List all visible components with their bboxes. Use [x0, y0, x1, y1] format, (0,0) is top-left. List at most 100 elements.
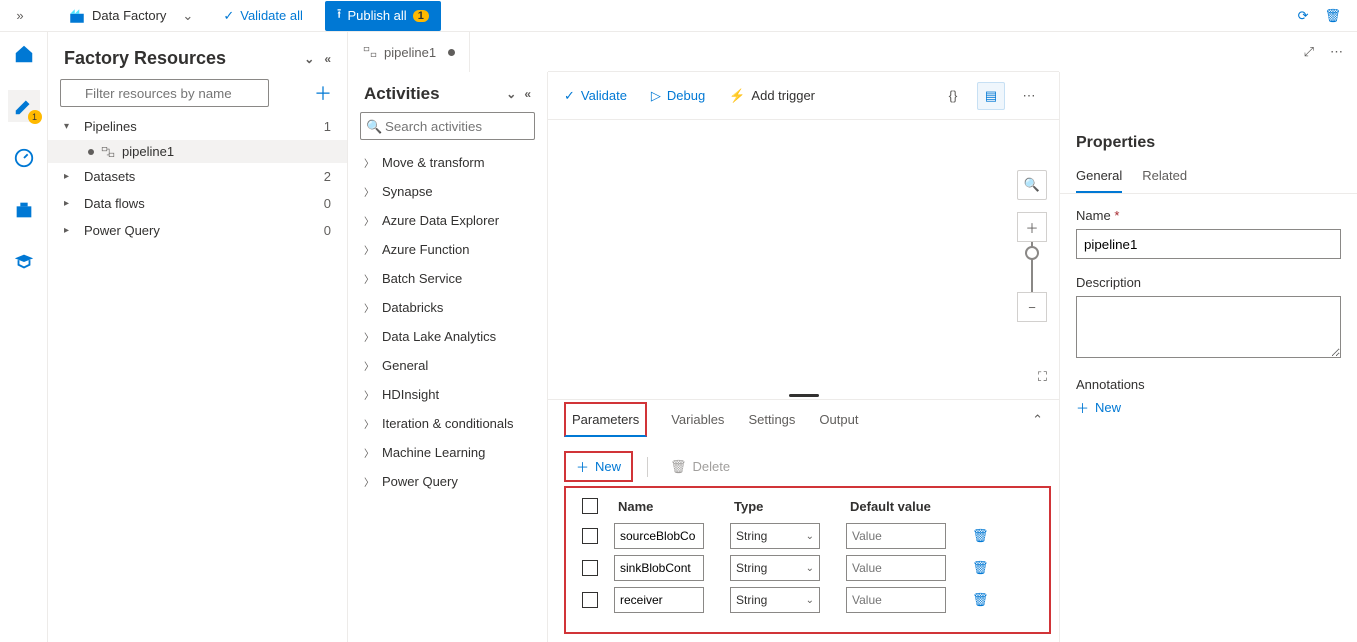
canvas-toolbar: ✓Validate ▷Debug ⚡Add trigger {} ▤ ⋯: [548, 72, 1059, 120]
activity-category[interactable]: 〉Data Lake Analytics: [348, 322, 547, 351]
activity-category[interactable]: 〉Iteration & conditionals: [348, 409, 547, 438]
chevron-down-icon[interactable]: ⌄: [506, 87, 516, 101]
activities-title: Activities⌄«: [348, 72, 547, 112]
tab-settings[interactable]: Settings: [748, 404, 795, 435]
rail-author[interactable]: 1: [8, 90, 40, 122]
caret-down-icon: ▾: [64, 121, 78, 132]
activity-category-label: Synapse: [382, 184, 433, 199]
row-checkbox[interactable]: [582, 560, 598, 576]
param-row: String⌄ 🗑: [582, 552, 1033, 584]
collapse-icon[interactable]: «: [524, 87, 531, 101]
tree-item-label: pipeline1: [122, 144, 174, 159]
resources-panel: Factory Resources⌄« ⧩ ＋ ▾Pipelines1 pipe…: [48, 32, 348, 642]
name-field[interactable]: [1076, 229, 1341, 259]
zoom-out-button[interactable]: −: [1017, 292, 1047, 322]
new-annotation-button[interactable]: ＋New: [1076, 398, 1341, 417]
tree-pipelines[interactable]: ▾Pipelines1: [48, 113, 347, 140]
rail-learn[interactable]: [8, 246, 40, 278]
param-default-input[interactable]: [846, 555, 946, 581]
properties-title: Properties: [1060, 120, 1357, 162]
activity-category-label: Machine Learning: [382, 445, 485, 460]
activity-category-label: Iteration & conditionals: [382, 416, 514, 431]
pipeline-icon: [100, 145, 116, 159]
props-tab-general[interactable]: General: [1076, 162, 1122, 193]
data-factory-selector[interactable]: Data Factory ⌄: [68, 7, 193, 25]
activity-category[interactable]: 〉Databricks: [348, 293, 547, 322]
description-field[interactable]: [1076, 296, 1341, 358]
tab-pipeline1[interactable]: pipeline1: [348, 32, 470, 72]
row-checkbox[interactable]: [582, 528, 598, 544]
tab-variables[interactable]: Variables: [671, 404, 724, 435]
search-activities-input[interactable]: [360, 112, 535, 140]
validate-all-button[interactable]: ✓ Validate all: [213, 4, 313, 28]
param-type-select[interactable]: String⌄: [730, 587, 820, 613]
canvas[interactable]: 🔍 ＋ − ⛶: [548, 120, 1059, 393]
param-default-input[interactable]: [846, 523, 946, 549]
collapse-panel-icon[interactable]: ⌃: [1032, 412, 1043, 428]
left-rail: 1: [0, 32, 48, 642]
activity-category[interactable]: 〉Machine Learning: [348, 438, 547, 467]
chevron-down-icon: ⌄: [182, 8, 193, 24]
param-type-select[interactable]: String⌄: [730, 523, 820, 549]
code-view-button[interactable]: ▤: [977, 82, 1005, 110]
activity-category[interactable]: 〉Synapse: [348, 177, 547, 206]
param-default-input[interactable]: [846, 587, 946, 613]
param-name-input[interactable]: [614, 587, 704, 613]
caret-right-icon: ▸: [64, 198, 78, 209]
activity-category[interactable]: 〉Power Query: [348, 467, 547, 496]
col-header-type: Type: [734, 499, 834, 514]
param-name-input[interactable]: [614, 555, 704, 581]
publish-all-label: Publish all: [347, 8, 406, 23]
json-view-button[interactable]: {}: [939, 82, 967, 110]
tab-output[interactable]: Output: [819, 404, 858, 435]
row-checkbox[interactable]: [582, 592, 598, 608]
validate-button[interactable]: ✓Validate: [564, 88, 627, 104]
more-icon[interactable]: ⋯: [1330, 44, 1343, 60]
validate-all-label: Validate all: [240, 8, 303, 23]
new-parameter-button[interactable]: ＋New: [564, 451, 633, 482]
tree-powerquery[interactable]: ▸Power Query0: [48, 217, 347, 244]
expand-diag-icon[interactable]: ⤢: [1304, 44, 1314, 60]
rail-home[interactable]: [8, 38, 40, 70]
select-all-checkbox[interactable]: [582, 498, 598, 514]
fullscreen-icon[interactable]: ⛶: [1038, 369, 1047, 385]
chevron-right-icon: 〉: [364, 300, 374, 315]
zoom-slider[interactable]: [1031, 242, 1033, 292]
rail-monitor[interactable]: [8, 142, 40, 174]
more-button[interactable]: ⋯: [1015, 82, 1043, 110]
activity-category[interactable]: 〉Azure Function: [348, 235, 547, 264]
tree-item-pipeline1[interactable]: pipeline1: [48, 140, 347, 163]
activity-category[interactable]: 〉General: [348, 351, 547, 380]
caret-right-icon: ▸: [64, 225, 78, 236]
collapse-icon[interactable]: «: [324, 52, 331, 66]
expand-icon[interactable]: »: [8, 8, 32, 23]
gauge-icon: [13, 147, 35, 169]
zoom-in-button[interactable]: ＋: [1017, 212, 1047, 242]
tree-datasets[interactable]: ▸Datasets2: [48, 163, 347, 190]
zoom-thumb[interactable]: [1025, 246, 1039, 260]
activity-category-label: General: [382, 358, 428, 373]
add-trigger-button[interactable]: ⚡Add trigger: [729, 88, 815, 104]
activity-category[interactable]: 〉HDInsight: [348, 380, 547, 409]
filter-input[interactable]: [60, 79, 269, 107]
tree-dataflows[interactable]: ▸Data flows0: [48, 190, 347, 217]
trash-icon[interactable]: 🗑: [972, 592, 989, 607]
delete-icon[interactable]: 🗑: [1324, 8, 1341, 24]
chevron-down-icon[interactable]: ⌄: [304, 52, 314, 66]
publish-all-button[interactable]: ⭱ Publish all 1: [325, 1, 441, 31]
activity-category[interactable]: 〉Move & transform: [348, 148, 547, 177]
add-resource-button[interactable]: ＋: [311, 80, 335, 106]
param-type-select[interactable]: String⌄: [730, 555, 820, 581]
activity-category[interactable]: 〉Batch Service: [348, 264, 547, 293]
canvas-search-button[interactable]: 🔍: [1017, 170, 1047, 200]
activity-category-label: Move & transform: [382, 155, 485, 170]
trash-icon[interactable]: 🗑: [972, 528, 989, 543]
rail-manage[interactable]: [8, 194, 40, 226]
activity-category[interactable]: 〉Azure Data Explorer: [348, 206, 547, 235]
debug-button[interactable]: ▷Debug: [651, 88, 705, 104]
trash-icon[interactable]: 🗑: [972, 560, 989, 575]
refresh-icon[interactable]: ⟳: [1298, 8, 1309, 24]
props-tab-related[interactable]: Related: [1142, 162, 1187, 193]
param-name-input[interactable]: [614, 523, 704, 549]
tab-parameters[interactable]: Parameters: [564, 402, 647, 437]
